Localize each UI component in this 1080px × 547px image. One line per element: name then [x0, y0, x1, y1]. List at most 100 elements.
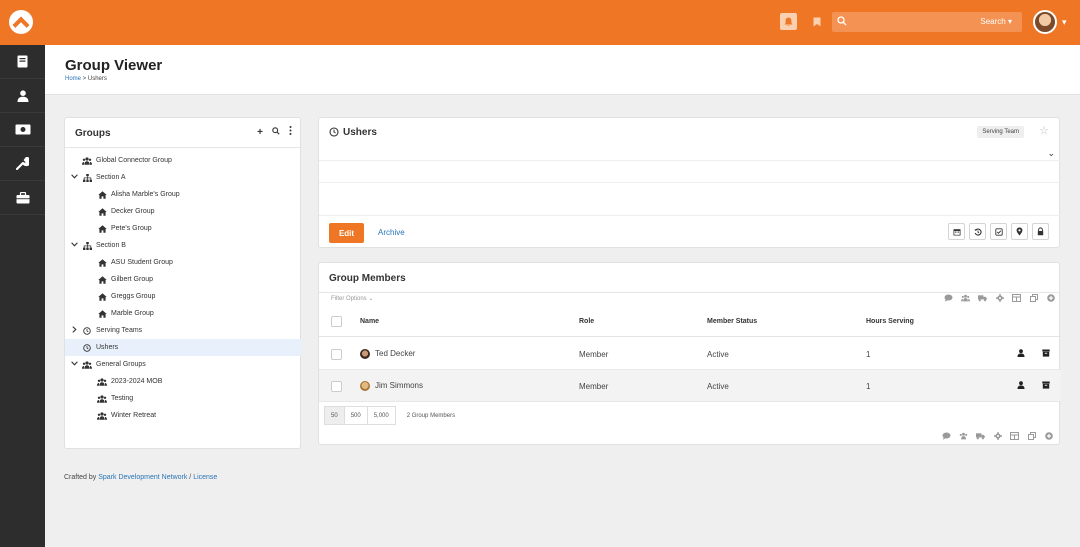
history-icon[interactable] — [969, 223, 986, 240]
chevron-down-icon[interactable] — [70, 174, 78, 181]
comment-icon[interactable] — [944, 294, 953, 302]
grid-actions-bottom — [942, 432, 1053, 440]
avatar — [360, 349, 370, 359]
tree-item[interactable]: ASU Student Group — [65, 254, 302, 271]
select-all-checkbox[interactable] — [331, 316, 342, 327]
page-size-50[interactable]: 50 — [324, 406, 345, 425]
person-icon[interactable] — [1017, 349, 1025, 359]
tree-item[interactable]: General Groups — [65, 356, 302, 373]
briefcase-icon — [16, 191, 29, 203]
truck-icon[interactable] — [976, 432, 985, 440]
details-row — [319, 161, 1061, 183]
details-row — [319, 183, 1061, 216]
truck-icon[interactable] — [978, 294, 987, 302]
chevron-down-icon[interactable]: ▾ — [1062, 17, 1067, 28]
tree-item-label: Alisha Marble's Group — [111, 191, 180, 198]
page-size-5000[interactable]: 5,000 — [366, 406, 396, 425]
clock-icon — [82, 343, 92, 352]
add-circle-icon[interactable] — [1046, 294, 1055, 302]
star-icon[interactable]: ☆ — [1039, 124, 1049, 137]
tree-item[interactable]: Global Connector Group — [65, 152, 302, 169]
tree-item[interactable]: Decker Group — [65, 203, 302, 220]
cog-icon[interactable] — [995, 294, 1004, 302]
tree-item[interactable]: 2023-2024 MOB — [65, 373, 302, 390]
search-icon[interactable] — [272, 126, 280, 138]
tree-item-label: Decker Group — [111, 208, 155, 215]
attendance-icon[interactable] — [990, 223, 1007, 240]
filter-options-toggle[interactable]: Filter Options ⌄ — [331, 295, 373, 302]
pagination: 50 500 5,000 2 Group Members — [324, 406, 455, 425]
nav-item-people[interactable] — [0, 79, 45, 113]
cog-icon[interactable] — [993, 432, 1002, 440]
tree-item[interactable]: Section A — [65, 169, 302, 186]
table-icon[interactable] — [1012, 294, 1021, 302]
archive-icon[interactable] — [1042, 381, 1050, 391]
copy-icon[interactable] — [1027, 432, 1036, 440]
column-member-status[interactable]: Member Status — [707, 318, 757, 325]
page-size-500[interactable]: 500 — [343, 406, 368, 425]
lock-icon[interactable] — [1032, 223, 1049, 240]
tree-item-label: Section A — [96, 174, 126, 181]
tree-item[interactable]: Marble Group — [65, 305, 302, 322]
column-role[interactable]: Role — [579, 318, 594, 325]
nav-item-admin-tools[interactable] — [0, 147, 45, 181]
table-row[interactable]: Jim Simmons Member Active 1 — [319, 370, 1061, 402]
member-role: Member — [579, 350, 609, 359]
add-circle-icon[interactable] — [1044, 432, 1053, 440]
column-name[interactable]: Name — [360, 318, 379, 325]
group-type-badge: Serving Team — [977, 126, 1024, 138]
search-input[interactable]: Search ▾ — [832, 12, 1022, 32]
bell-icon[interactable] — [780, 13, 797, 30]
nav-item-book[interactable] — [0, 45, 45, 79]
add-group-icon[interactable]: + — [257, 127, 263, 138]
details-toggle[interactable]: ⌄ — [319, 148, 1061, 161]
license-link[interactable]: License — [193, 474, 217, 481]
rock-logo-icon[interactable] — [9, 10, 33, 34]
tree-item[interactable]: Testing — [65, 390, 302, 407]
column-hours-serving[interactable]: Hours Serving — [866, 318, 914, 325]
spark-link[interactable]: Spark Development Network — [98, 474, 187, 481]
table-row[interactable]: Ted Decker Member Active 1 — [319, 338, 1061, 370]
edit-button[interactable]: Edit — [329, 223, 364, 243]
users-icon — [97, 411, 107, 420]
calendar-icon[interactable] — [948, 223, 965, 240]
tree-item[interactable]: Greggs Group — [65, 288, 302, 305]
bookmark-icon[interactable] — [808, 13, 825, 30]
search-scope-dropdown[interactable]: Search ▾ — [980, 17, 1012, 26]
comment-icon[interactable] — [942, 432, 951, 440]
home-icon — [97, 258, 107, 267]
tree-item-label: Gilbert Group — [111, 276, 154, 283]
grid-actions-top — [944, 294, 1055, 302]
row-checkbox[interactable] — [331, 381, 342, 392]
tree-item[interactable]: Serving Teams — [65, 322, 302, 339]
archive-button[interactable]: Archive — [378, 228, 405, 237]
avatar[interactable] — [1033, 10, 1057, 34]
copy-icon[interactable] — [1029, 294, 1038, 302]
tree-item[interactable]: Ushers — [65, 339, 302, 356]
users-icon[interactable] — [961, 294, 970, 302]
nav-item-finance[interactable] — [0, 113, 45, 147]
chevron-down-icon[interactable] — [70, 361, 78, 368]
table-icon[interactable] — [1010, 432, 1019, 440]
tree-item[interactable]: Pete's Group — [65, 220, 302, 237]
users-icon[interactable] — [959, 432, 968, 440]
tree-item-label: Marble Group — [111, 310, 154, 317]
map-marker-icon[interactable] — [1011, 223, 1028, 240]
chevron-down-icon[interactable]: ⌄ — [1047, 148, 1055, 159]
tree-item[interactable]: Alisha Marble's Group — [65, 186, 302, 203]
tree-item[interactable]: Winter Retreat — [65, 407, 302, 424]
clock-icon — [329, 127, 339, 139]
chevron-down-icon[interactable] — [70, 242, 78, 249]
row-checkbox[interactable] — [331, 349, 342, 360]
tree-item[interactable]: Gilbert Group — [65, 271, 302, 288]
archive-icon[interactable] — [1042, 349, 1050, 359]
member-hours: 1 — [866, 350, 871, 359]
breadcrumb-home[interactable]: Home — [65, 76, 81, 82]
users-icon — [82, 156, 92, 165]
chevron-right-icon[interactable] — [70, 326, 78, 335]
tree-item[interactable]: Section B — [65, 237, 302, 254]
member-name: Ted Decker — [375, 349, 416, 359]
person-icon[interactable] — [1017, 381, 1025, 391]
nav-item-settings[interactable] — [0, 181, 45, 215]
kebab-menu-icon[interactable] — [289, 126, 292, 138]
